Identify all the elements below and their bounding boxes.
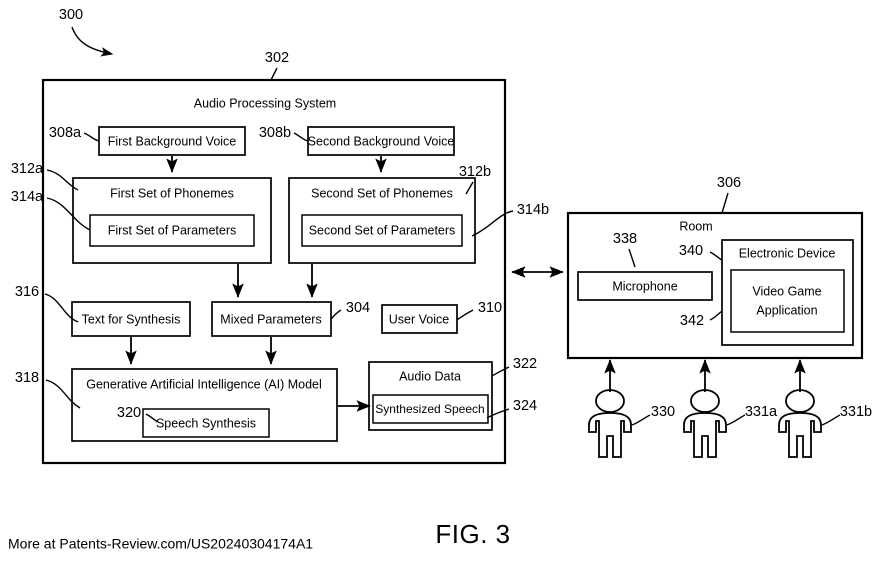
video-game-application-label-line2: Application: [756, 303, 817, 317]
microphone-label: Microphone: [612, 279, 677, 293]
ref-310-leader: [456, 309, 474, 321]
first-set-of-parameters-label: First Set of Parameters: [108, 223, 237, 237]
ref-308b: 308b: [259, 125, 291, 141]
mixed-parameters-label: Mixed Parameters: [220, 312, 321, 326]
ref-310: 310: [478, 300, 502, 316]
ref-308a: 308a: [49, 125, 82, 141]
first-set-of-phonemes-label: First Set of Phonemes: [110, 186, 234, 200]
ref-330: 330: [651, 404, 675, 420]
ref-331b-leader: [821, 414, 841, 426]
ref-316-leader: [44, 293, 79, 323]
ref-320: 320: [117, 405, 141, 421]
ref-302-leader: [270, 67, 278, 81]
ref-314a-leader: [46, 197, 91, 231]
user-voice-label: User Voice: [389, 312, 449, 326]
ref-304: 304: [346, 300, 370, 316]
ref-308a-leader: [83, 132, 100, 142]
person-figure-331b: 331b: [778, 389, 872, 458]
ref-322-leader: [491, 366, 510, 377]
speech-synthesis-label: Speech Synthesis: [156, 416, 256, 430]
ai-model-label: Generative Artificial Intelligence (AI) …: [86, 377, 322, 391]
ref-302: 302: [265, 50, 289, 66]
ref-316: 316: [15, 284, 39, 300]
ref-338-leader: [628, 248, 636, 268]
ref-331b: 331b: [840, 404, 872, 420]
ref-330-leader: [631, 414, 651, 426]
ref-331a: 331a: [745, 404, 778, 420]
ref-318: 318: [15, 370, 39, 386]
ref-312a: 312a: [11, 161, 44, 177]
ref-300: 300: [59, 7, 83, 23]
audio-data-label: Audio Data: [399, 369, 461, 383]
second-background-voice-label: Second Background Voice: [308, 134, 455, 148]
electronic-device-label: Electronic Device: [739, 246, 836, 260]
text-for-synthesis-label: Text for Synthesis: [82, 312, 181, 326]
ref-318-leader: [45, 379, 81, 409]
ref-314b-leader: [471, 210, 514, 237]
ref-314b: 314b: [517, 202, 549, 218]
person-figure-330: 330: [588, 389, 675, 458]
ref-338: 338: [613, 231, 637, 247]
video-game-application-label-line1: Video Game: [752, 284, 821, 298]
ref-308b-leader: [293, 132, 309, 142]
ref-342-leader: [709, 310, 723, 321]
ref-314a: 314a: [11, 189, 44, 205]
room-title: Room: [679, 219, 712, 233]
figure-canvas: 300 302 Audio Processing System 308a Fir…: [8, 7, 872, 552]
ref-306: 306: [717, 175, 741, 191]
ref-322: 322: [513, 356, 537, 372]
ref-324: 324: [513, 398, 537, 414]
ref-340-leader: [709, 251, 723, 261]
watermark-text: More at Patents-Review.com/US20240304174…: [8, 536, 313, 552]
video-game-application-box: [730, 269, 845, 333]
second-set-of-phonemes-label: Second Set of Phonemes: [311, 186, 453, 200]
first-background-voice-label: First Background Voice: [108, 134, 237, 148]
person-figure-331a: 331a: [683, 389, 778, 458]
ref-312b-leader: [465, 181, 474, 195]
ref-300-leader: [71, 26, 114, 57]
ref-304-leader: [330, 309, 342, 320]
second-set-of-parameters-label: Second Set of Parameters: [309, 223, 456, 237]
ref-331a-leader: [726, 414, 746, 426]
ref-340: 340: [679, 243, 703, 259]
ref-306-leader: [721, 192, 729, 214]
audio-processing-system-title: Audio Processing System: [194, 96, 336, 110]
ref-342: 342: [680, 313, 704, 329]
patent-figure: 300 302 Audio Processing System 308a Fir…: [0, 0, 880, 561]
figure-caption: FIG. 3: [435, 519, 510, 549]
synthesized-speech-label: Synthesized Speech: [375, 402, 484, 416]
